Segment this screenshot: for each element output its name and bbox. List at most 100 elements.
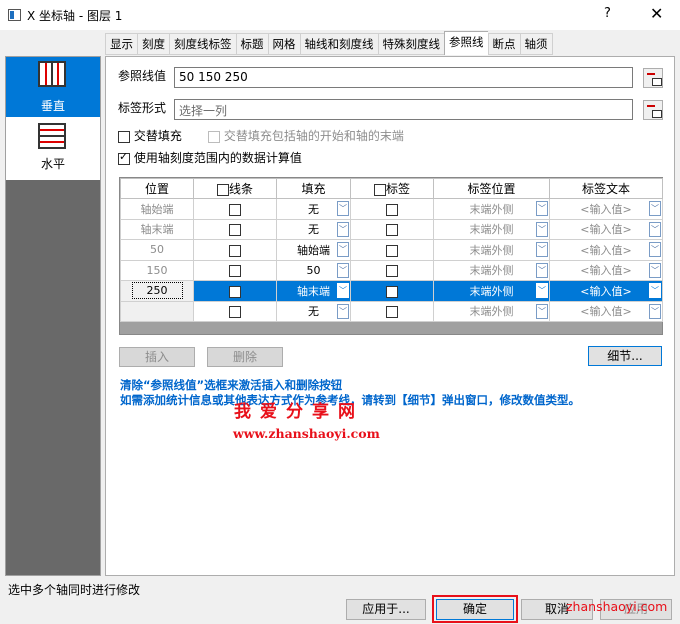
cell-label[interactable] [350, 198, 434, 220]
tab-rug[interactable]: 轴须 [519, 33, 553, 55]
close-icon[interactable]: ✕ [650, 4, 663, 23]
cell-position[interactable]: 轴始端 [120, 198, 194, 220]
cell-fill[interactable]: 无 ﹀ [276, 218, 351, 240]
alt-fill-checkbox[interactable]: 交替填充 [118, 127, 182, 144]
label-checkbox[interactable] [386, 265, 398, 277]
table-row-new[interactable]: 无 ﹀ 末端外侧 ﹀ <输入值> ﹀ [120, 300, 663, 322]
chevron-down-icon[interactable]: ﹀ [649, 303, 661, 319]
cell-label-text[interactable]: <输入值> ﹀ [549, 259, 663, 281]
line-checkbox[interactable] [229, 224, 241, 236]
cell-label[interactable] [350, 259, 434, 281]
apply-to-button[interactable]: 应用于... [346, 599, 426, 620]
list-item-vertical[interactable]: 垂直 [6, 57, 100, 117]
label-checkbox[interactable] [386, 244, 398, 257]
chevron-down-icon[interactable]: ﹀ [649, 242, 661, 257]
list-item-horizontal[interactable]: 水平 [6, 119, 100, 179]
tab-grid[interactable]: 网格 [267, 33, 300, 55]
ref-values-picker-icon[interactable] [643, 68, 663, 88]
chevron-down-icon[interactable]: ﹀ [649, 283, 661, 298]
cell-position[interactable]: 150 [120, 259, 194, 281]
label-checkbox[interactable] [386, 224, 398, 236]
chevron-down-icon[interactable]: ﹀ [536, 242, 548, 257]
chevron-down-icon[interactable]: ﹀ [337, 283, 349, 298]
label-all-checkbox[interactable] [373, 183, 386, 196]
cell-label-position[interactable]: 末端外侧 ﹀ [433, 300, 550, 322]
cell-label-text[interactable]: <输入值> ﹀ [549, 239, 663, 261]
tab-special-ticks[interactable]: 特殊刻度线 [377, 33, 444, 55]
line-checkbox[interactable] [229, 285, 241, 298]
chevron-down-icon[interactable]: ﹀ [337, 262, 349, 278]
checkbox-box[interactable] [118, 150, 130, 165]
cell-position[interactable]: 轴末端 [120, 218, 194, 240]
cell-label-position[interactable]: 末端外侧 ﹀ [433, 239, 550, 261]
chevron-down-icon[interactable]: ﹀ [649, 221, 661, 237]
chevron-down-icon[interactable]: ﹀ [337, 201, 349, 216]
cell-label-text[interactable]: <输入值> ﹀ [549, 198, 663, 220]
tab-line-ticks[interactable]: 轴线和刻度线 [299, 33, 378, 55]
line-checkbox[interactable] [229, 203, 241, 216]
cell-line[interactable] [193, 259, 277, 281]
cell-label-text[interactable]: <输入值> ﹀ [549, 218, 663, 240]
checkbox-box[interactable] [118, 130, 130, 143]
label-form-input[interactable]: 选择一列 [174, 99, 633, 120]
cell-line[interactable] [193, 198, 277, 220]
ref-values-input[interactable]: 50 150 250 [174, 67, 633, 88]
cell-label-position[interactable]: 末端外侧 ﹀ [433, 259, 550, 281]
tab-breaks[interactable]: 断点 [487, 33, 520, 55]
cell-label-position[interactable]: 末端外侧 ﹀ [433, 198, 550, 220]
cell-label-position[interactable]: 末端外侧 ﹀ [433, 218, 550, 240]
table-row[interactable]: 150 50 ﹀ 末端外侧 ﹀ <输入值> ﹀ [120, 259, 663, 281]
line-checkbox[interactable] [229, 306, 241, 318]
cell-fill[interactable]: 无 ﹀ [276, 198, 351, 220]
details-button[interactable]: 细节... [588, 346, 662, 366]
cell-fill[interactable]: 轴末端 ﹀ [276, 280, 351, 302]
chevron-down-icon[interactable]: ﹀ [649, 201, 661, 216]
cell-line[interactable] [193, 239, 277, 261]
cell-fill[interactable]: 50 ﹀ [276, 259, 351, 281]
cell-line[interactable] [193, 218, 277, 240]
tab-reference-lines[interactable]: 参照线 [444, 31, 488, 55]
ok-button[interactable]: 确定 [436, 599, 514, 620]
label-form-picker-icon[interactable] [643, 100, 663, 120]
line-checkbox[interactable] [229, 265, 241, 277]
chevron-down-icon[interactable]: ﹀ [536, 201, 548, 216]
cell-line[interactable] [193, 300, 277, 322]
col-header-line[interactable]: 线条 [193, 178, 277, 199]
cell-position[interactable] [120, 300, 194, 322]
delete-button[interactable]: 删除 [207, 347, 283, 367]
help-button[interactable]: ? [604, 6, 611, 21]
chevron-down-icon[interactable]: ﹀ [337, 303, 349, 319]
chevron-down-icon[interactable]: ﹀ [536, 262, 548, 278]
tab-title[interactable]: 标题 [235, 33, 268, 55]
chevron-down-icon[interactable]: ﹀ [536, 283, 548, 298]
chevron-down-icon[interactable]: ﹀ [337, 221, 349, 237]
chevron-down-icon[interactable]: ﹀ [536, 221, 548, 237]
line-checkbox[interactable] [229, 244, 241, 257]
label-checkbox[interactable] [386, 306, 398, 318]
tab-scale[interactable]: 刻度 [137, 33, 169, 55]
cell-label[interactable] [350, 218, 434, 240]
cell-label[interactable] [350, 280, 434, 302]
chevron-down-icon[interactable]: ﹀ [649, 262, 661, 278]
cell-line[interactable] [193, 280, 277, 302]
chevron-down-icon[interactable]: ﹀ [337, 242, 349, 257]
cell-fill[interactable]: 轴始端 ﹀ [276, 239, 351, 261]
cell-label[interactable] [350, 239, 434, 261]
table-row[interactable]: 轴始端 无 ﹀ 末端外侧 ﹀ <输入值> ﹀ [120, 198, 663, 220]
label-checkbox[interactable] [386, 203, 398, 216]
tab-display[interactable]: 显示 [105, 33, 137, 55]
cell-label-text[interactable]: <输入值> ﹀ [549, 280, 663, 302]
cell-position[interactable]: 250 [120, 280, 194, 302]
table-row[interactable]: 轴末端 无 ﹀ 末端外侧 ﹀ <输入值> ﹀ [120, 218, 663, 240]
cell-label-position[interactable]: 末端外侧 ﹀ [433, 280, 550, 302]
label-checkbox[interactable] [386, 285, 398, 298]
chevron-down-icon[interactable]: ﹀ [536, 303, 548, 319]
cell-position[interactable]: 50 [120, 239, 194, 261]
cell-fill[interactable]: 无 ﹀ [276, 300, 351, 322]
col-header-label[interactable]: 标签 [350, 178, 434, 199]
table-row[interactable]: 50 轴始端 ﹀ 末端外侧 ﹀ <输入值> ﹀ [120, 239, 663, 261]
table-row-selected[interactable]: 250 轴末端 ﹀ 末端外侧 ﹀ <输入值> ﹀ [120, 280, 663, 302]
tab-tick-labels[interactable]: 刻度线标签 [169, 33, 236, 55]
use-range-checkbox[interactable]: 使用轴刻度范围内的数据计算值 [118, 149, 302, 166]
cell-label-text[interactable]: <输入值> ﹀ [549, 300, 663, 322]
